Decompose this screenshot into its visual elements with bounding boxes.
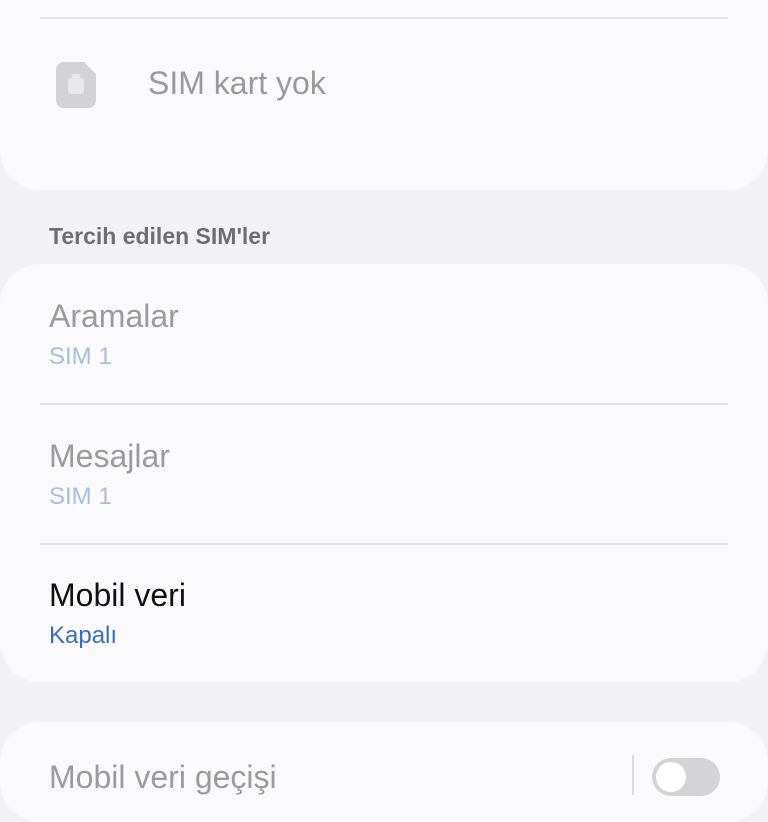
- sim-status-label: SIM kart yok: [148, 65, 326, 101]
- calls-setting-item[interactable]: Aramalar SIM 1: [0, 264, 768, 403]
- calls-title: Aramalar: [49, 298, 179, 334]
- sim-status-card: SIM kart yok: [0, 0, 768, 190]
- messages-value: SIM 1: [49, 483, 112, 510]
- mobile-data-title: Mobil veri: [49, 577, 186, 613]
- vertical-divider: [632, 755, 634, 795]
- messages-title: Mesajlar: [49, 438, 170, 474]
- sim-card-icon: [56, 62, 96, 108]
- mobile-data-value: Kapalı: [49, 622, 118, 649]
- divider: [40, 17, 728, 19]
- mobile-data-switch-toggle[interactable]: [652, 758, 720, 796]
- sim-slot-row: SIM kart yok: [0, 20, 768, 150]
- section-header-preferred-sims: Tercih edilen SIM'ler: [49, 223, 271, 249]
- mobile-data-setting-item[interactable]: Mobil veri Kapalı: [0, 543, 768, 682]
- preferred-sims-card: Aramalar SIM 1 Mesajlar SIM 1 Mobil veri…: [0, 264, 768, 682]
- toggle-knob: [656, 762, 686, 792]
- mobile-data-switch-card: Mobil veri geçişi: [0, 722, 768, 822]
- calls-value: SIM 1: [49, 343, 112, 370]
- mobile-data-switch-label[interactable]: Mobil veri geçişi: [49, 758, 277, 796]
- messages-setting-item[interactable]: Mesajlar SIM 1: [0, 404, 768, 543]
